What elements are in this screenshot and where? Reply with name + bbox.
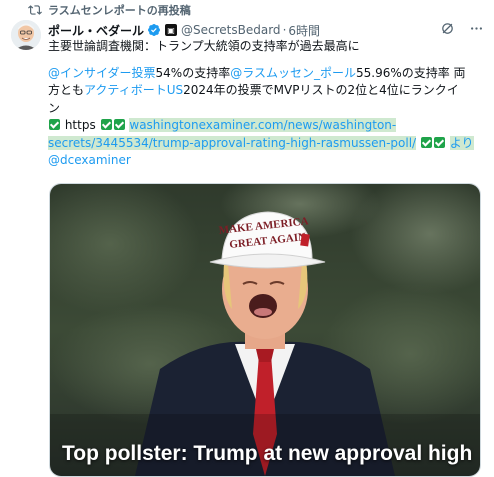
media-caption: Top pollster: Trump at new approval high	[62, 442, 473, 465]
text-both: 方とも	[48, 83, 85, 97]
affiliate-badge-icon: ▣	[165, 24, 178, 36]
https-text: https	[64, 118, 96, 132]
separator-dot: ·	[282, 23, 287, 37]
tweet-line-6: secrets/3445534/trump-approval-rating-hi…	[48, 135, 478, 153]
check-emoji-icon	[420, 136, 432, 148]
text-approval-55: 55.96%の支持率 両	[355, 65, 466, 80]
tweet-line-1: 主要世論調査機関：トランプ大統領の支持率が過去最高に	[48, 39, 360, 53]
article-photo: MAKE AMERICA GREAT AGAIN	[50, 184, 480, 476]
text-approval-54: 54%の支持率	[155, 65, 231, 80]
mention-insider-poll[interactable]: @インサイダー投票	[48, 66, 156, 80]
tweet-line-4: ン	[48, 100, 61, 115]
repost-indicator[interactable]: ラスムセンレポートの再投稿	[28, 2, 191, 18]
check-emoji-icon	[49, 119, 60, 130]
article-link-part-2[interactable]: secrets/3445534/trump-approval-rating-hi…	[48, 135, 417, 150]
author-handle[interactable]: @SecretsBedard	[181, 23, 281, 37]
check-emoji-icon	[433, 136, 445, 148]
more-options-icon[interactable]	[469, 21, 484, 36]
avatar-illustration	[11, 20, 41, 50]
mention-rasmussen[interactable]: @ラスムッセン_ポール	[230, 66, 356, 80]
tweet-timestamp[interactable]: 6時間	[288, 22, 320, 39]
grok-icon[interactable]	[440, 21, 455, 36]
tweet-line-7: @dcexaminer	[48, 152, 478, 170]
verified-badge-icon	[148, 24, 160, 36]
article-link-part-1[interactable]: washingtonexaminer.com/news/washington-	[129, 118, 397, 132]
tweet-line-3: 方ともアクティボートUS2024年の投票でMVPリストの2位と4位にランクイ	[48, 82, 478, 100]
check-emoji-icon	[100, 119, 112, 130]
link-preview-card[interactable]: MAKE AMERICA GREAT AGAIN Top pollster: T…	[49, 183, 481, 477]
tweet-text: 主要世論調査機関：トランプ大統領の支持率が過去最高に @インサイダー投票54%の…	[48, 38, 478, 170]
text-mvp-ranking: 2024年の投票でMVPリストの2位と4位にランクイ	[183, 83, 459, 97]
repost-label: ラスムセンレポートの再投稿	[48, 4, 191, 17]
tweet-line-2: @インサイダー投票54%の支持率@ラスムッセン_ポール55.96%の支持率 両	[48, 65, 478, 83]
repost-icon	[28, 5, 42, 15]
tweet-header: ポール・ベダール ▣ @SecretsBedard · 6時間	[48, 21, 484, 39]
check-emoji-icon	[113, 119, 125, 130]
mention-dcexaminer[interactable]: @dcexaminer	[48, 153, 131, 167]
tweet-line-5: https washingtonexaminer.com/news/washin…	[48, 117, 478, 135]
mention-activote[interactable]: アクティボートUS	[84, 83, 183, 97]
author-avatar[interactable]	[11, 20, 41, 50]
author-name[interactable]: ポール・ベダール	[48, 22, 144, 39]
via-text: より	[449, 135, 474, 150]
